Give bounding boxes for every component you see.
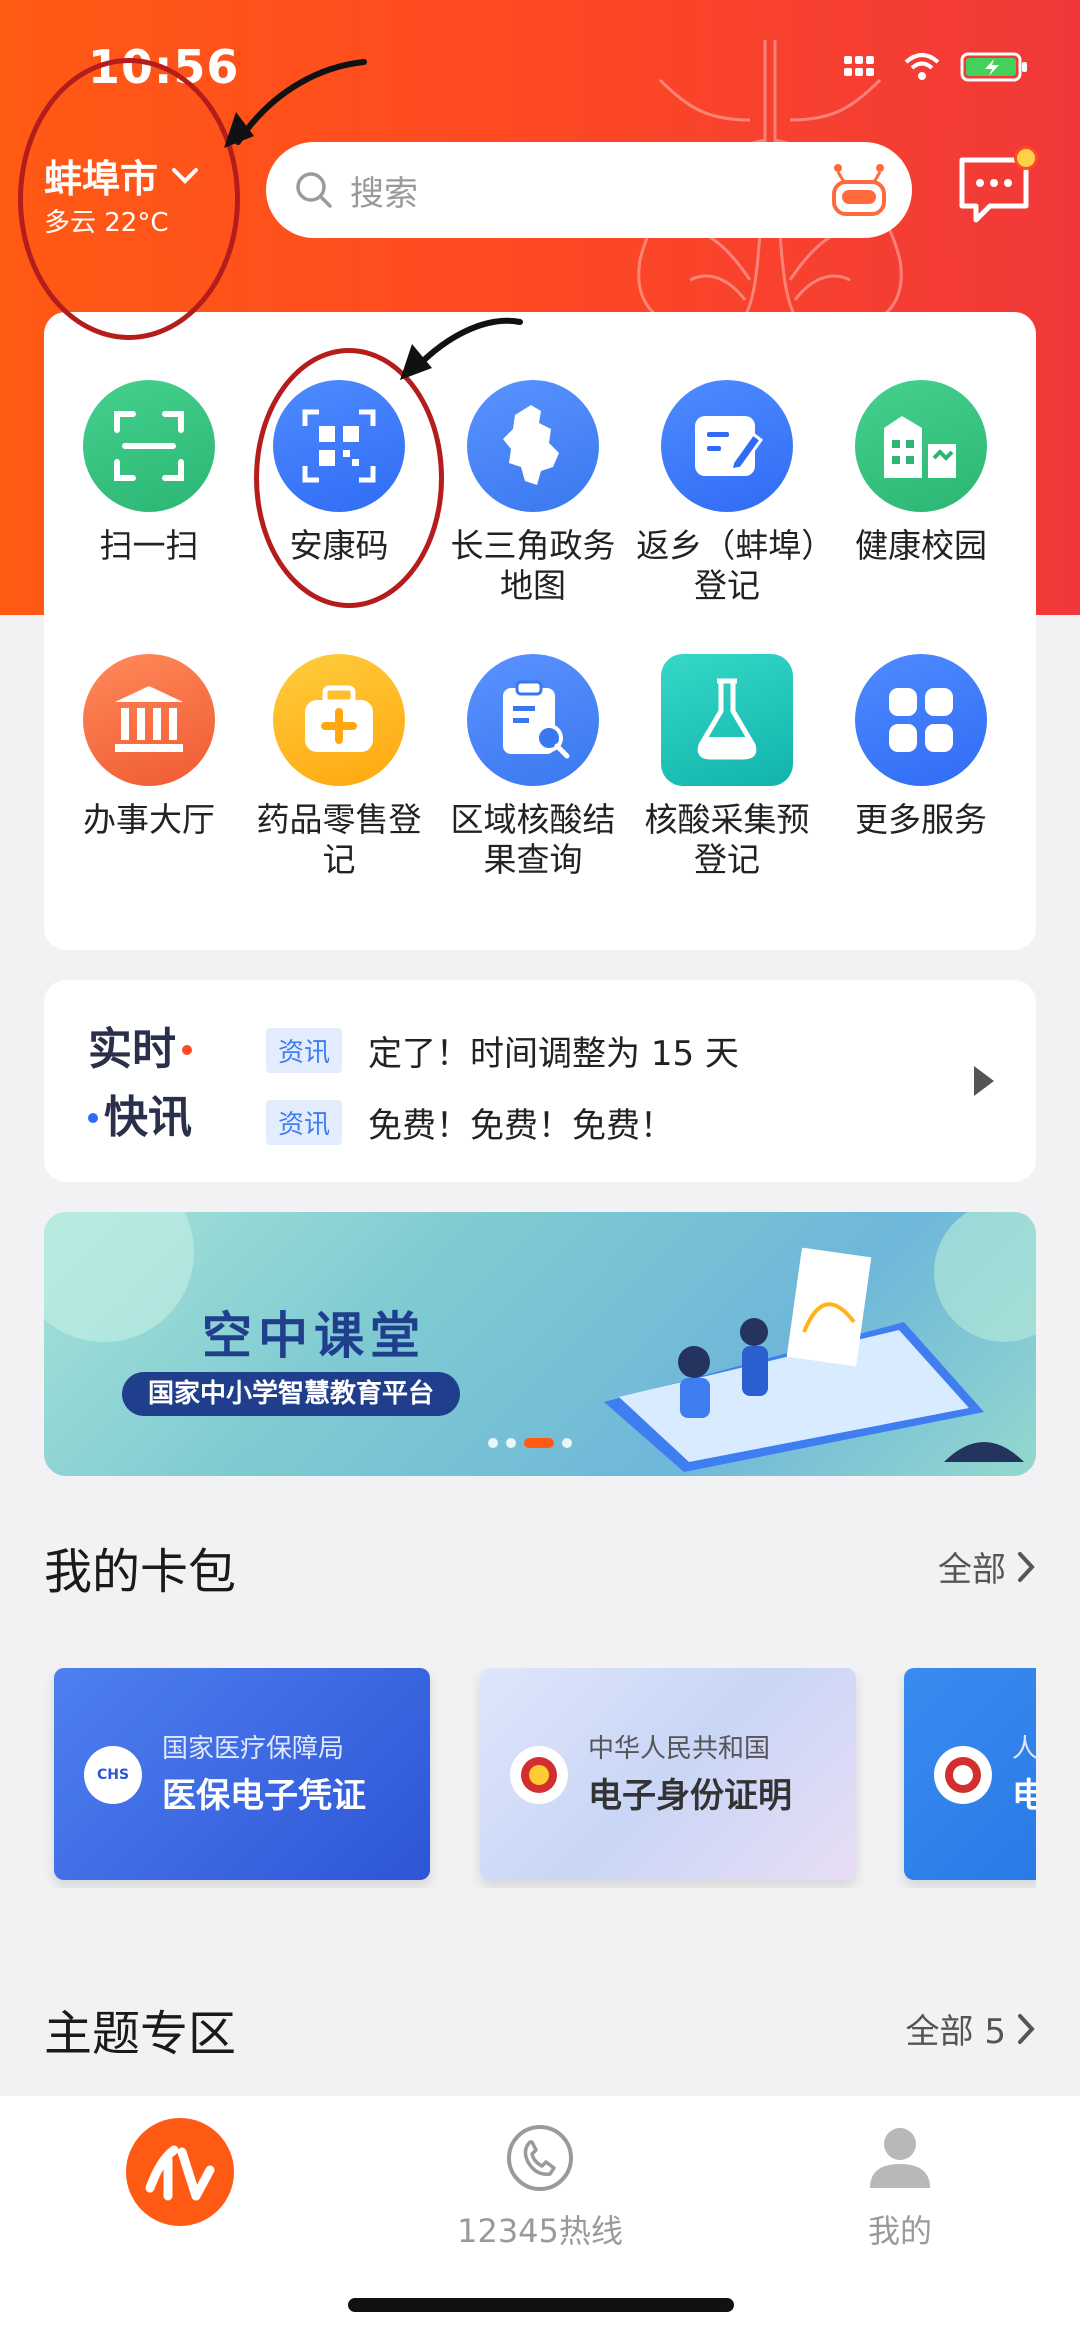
service-label: 长三角政务地图 bbox=[450, 526, 616, 605]
card-name: 医保电子凭证 bbox=[162, 1776, 366, 1816]
tab-home[interactable] bbox=[0, 2116, 360, 2240]
service-drug-retail-registration[interactable]: 药品零售登记 bbox=[244, 654, 434, 880]
school-health-icon bbox=[884, 416, 956, 478]
card-name: 电 bbox=[1012, 1776, 1036, 1816]
hotline-phone-icon bbox=[507, 2125, 573, 2191]
flask-icon bbox=[697, 678, 757, 760]
card-electronic-id[interactable]: 中华人民共和国 电子身份证明 bbox=[480, 1668, 856, 1880]
service-label: 更多服务 bbox=[855, 800, 987, 839]
tab-profile-label: 我的 bbox=[867, 2212, 932, 2250]
card-org: 中华人民共和国 bbox=[588, 1734, 771, 1764]
service-scan[interactable]: 扫一扫 bbox=[54, 380, 244, 566]
edit-form-icon bbox=[695, 416, 764, 476]
news-text: 免费！免费！免费！ bbox=[368, 1106, 675, 1146]
service-label: 扫一扫 bbox=[99, 526, 199, 565]
chevron-right-icon bbox=[1018, 2013, 1035, 2044]
news-item[interactable]: 资讯 定了！时间调整为 15 天 bbox=[266, 1026, 739, 1075]
home-indicator bbox=[348, 2298, 734, 2312]
chs-logo-icon: CHS bbox=[84, 1746, 142, 1804]
national-emblem-icon bbox=[510, 1746, 568, 1804]
news-text: 定了！时间调整为 15 天 bbox=[368, 1034, 739, 1074]
service-homecoming-registration[interactable]: 返乡（蚌埠）登记 bbox=[632, 380, 822, 606]
card-org: 国家医疗保障局 bbox=[162, 1734, 345, 1764]
banner-illustration bbox=[44, 1212, 1036, 1472]
play-arrow-icon[interactable] bbox=[974, 1066, 994, 1096]
annotation-arrow-icon bbox=[400, 317, 523, 380]
service-label: 返乡（蚌埠）登记 bbox=[636, 526, 818, 605]
service-label: 核酸采集预登记 bbox=[644, 800, 810, 879]
tab-hotline-label: 12345热线 bbox=[457, 2212, 623, 2250]
service-office-hall[interactable]: 办事大厅 bbox=[54, 654, 244, 840]
annotation-arrow-icon bbox=[224, 59, 367, 148]
tab-profile[interactable]: 我的 bbox=[720, 2116, 1080, 2252]
service-label: 健康校园 bbox=[855, 526, 987, 565]
home-logo-icon bbox=[126, 2118, 234, 2226]
search-icon bbox=[296, 172, 332, 208]
grid-icon bbox=[889, 688, 953, 752]
theme-zone-more-label: 全部 5 bbox=[905, 2012, 1006, 2052]
service-nucleic-result-query[interactable]: 区域核酸结果查询 bbox=[438, 654, 628, 880]
chs-logo-text: CHS bbox=[96, 1767, 130, 1783]
banner-pagination bbox=[488, 1438, 572, 1448]
news-tag: 资讯 bbox=[266, 1028, 343, 1073]
banner-title: 空中课堂 bbox=[202, 1307, 426, 1365]
news-item[interactable]: 资讯 免费！免费！免费！ bbox=[266, 1098, 674, 1147]
service-healthy-campus[interactable]: 健康校园 bbox=[826, 380, 1016, 566]
service-nucleic-pre-registration[interactable]: 核酸采集预登记 bbox=[632, 654, 822, 880]
card-partial[interactable]: 人 电 bbox=[904, 1668, 1036, 1880]
news-panel[interactable]: 实时 快讯 资讯 定了！时间调整为 15 天 资讯 免费！免费！免费！ bbox=[44, 980, 1036, 1182]
card-wallet-more-label: 全部 bbox=[938, 1550, 1006, 1590]
robot-assistant-icon[interactable] bbox=[828, 160, 890, 220]
services-panel: 扫一扫 安康码 长三角政务地图 返乡（蚌埠）登记 健康校园 办事大厅 药品零售登… bbox=[44, 312, 1036, 950]
battery-charging-icon bbox=[960, 52, 1027, 82]
search-placeholder: 搜索 bbox=[350, 173, 418, 214]
message-badge bbox=[1014, 146, 1038, 170]
theme-zone-title: 主题专区 bbox=[44, 2006, 237, 2062]
profile-icon bbox=[870, 2128, 930, 2188]
promo-banner[interactable]: 空中课堂 国家中小学智慧教育平台 bbox=[44, 1212, 1036, 1476]
service-label: 药品零售登记 bbox=[256, 800, 422, 879]
cellular-signal-icon bbox=[844, 56, 874, 76]
service-label: 区域核酸结果查询 bbox=[450, 800, 616, 879]
clipboard-search-icon bbox=[503, 680, 570, 759]
service-label: 办事大厅 bbox=[83, 800, 215, 839]
medicine-box-icon bbox=[305, 685, 373, 752]
service-more[interactable]: 更多服务 bbox=[826, 654, 1016, 840]
card-carousel[interactable]: CHS 国家医疗保障局 医保电子凭证 中华人民共和国 电子身份证明 人 电 bbox=[0, 1668, 1036, 1888]
hall-icon bbox=[115, 686, 183, 752]
red-dot-icon bbox=[182, 1045, 192, 1055]
emblem-icon bbox=[934, 1746, 992, 1804]
card-wallet-more[interactable]: 全部 bbox=[938, 1542, 1036, 1591]
map-icon bbox=[503, 405, 559, 485]
card-wallet-title: 我的卡包 bbox=[44, 1544, 237, 1600]
scan-icon bbox=[114, 411, 184, 481]
brand-line-2: 快讯 bbox=[104, 1092, 192, 1143]
news-tag: 资讯 bbox=[266, 1100, 343, 1145]
chevron-right-icon bbox=[1018, 1551, 1035, 1582]
news-brand: 实时 快讯 bbox=[88, 1016, 228, 1152]
theme-zone-more[interactable]: 全部 5 bbox=[906, 2004, 1036, 2053]
card-name: 电子身份证明 bbox=[588, 1776, 792, 1816]
card-org: 人 bbox=[1012, 1734, 1036, 1764]
tab-hotline[interactable]: 12345热线 bbox=[360, 2116, 720, 2252]
wifi-icon bbox=[904, 53, 940, 80]
brand-line-1: 实时 bbox=[88, 1024, 176, 1075]
annotation-circle-city bbox=[18, 58, 240, 340]
banner-subtitle: 国家中小学智慧教育平台 bbox=[122, 1372, 461, 1416]
blue-dot-icon bbox=[88, 1113, 98, 1123]
card-medical-insurance[interactable]: CHS 国家医疗保障局 医保电子凭证 bbox=[54, 1668, 430, 1880]
service-yrd-map[interactable]: 长三角政务地图 bbox=[438, 380, 628, 606]
